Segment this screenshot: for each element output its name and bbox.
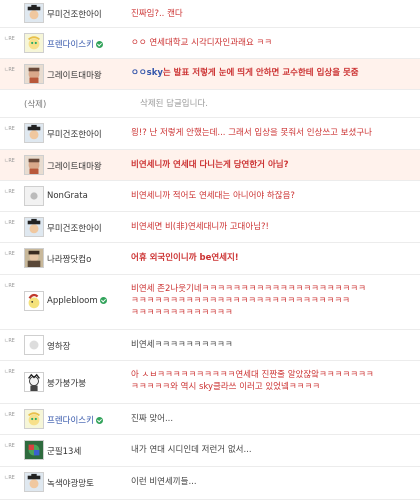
comment-row: ㄴRE 그레이트대마왕 비연세니까 연세대 다니는게 당연한거 아님? xyxy=(0,150,420,181)
comment-text: ㅇㅇ 연세대학교 시각디자인과래요 ㅋㅋ xyxy=(131,38,273,48)
level-badge-icon xyxy=(99,297,107,304)
comment-text: 진짜 맞어... xyxy=(131,414,174,424)
comment-text: 비연세 존2나웃기네ㅋㅋㅋㅋㅋㅋㅋㅋㅋㅋㅋㅋㅋㅋㅋㅋㅋㅋㅋㅋㅋ ㅋㅋㅋㅋㅋㅋㅋㅋ… xyxy=(131,284,366,318)
nickname[interactable]: 붕가붕가붕 xyxy=(47,377,86,389)
nickname[interactable]: 프렌다이스키 xyxy=(47,414,103,426)
nickname[interactable]: 무미건조한아이 xyxy=(47,222,102,234)
comment-row: ㄴRE 무미건조한아이 읭!? 난 저렇게 안했는데... 그래서 입상을 못줘… xyxy=(0,118,420,150)
nickname[interactable]: 그레이트대마왕 xyxy=(47,69,102,81)
nickname[interactable]: 나라짱닷컴o xyxy=(47,253,91,265)
nickname[interactable]: NonGrata xyxy=(47,191,88,201)
comment-text: 비연세니까 연세대 다니는게 당연한거 아님? xyxy=(131,160,289,170)
comment-row: 무미건조한아이 진짜임?.. 캔다 xyxy=(0,0,420,28)
avatar[interactable] xyxy=(24,372,44,392)
comment-text: 내가 연대 시디인데 저런거 없서... xyxy=(131,445,252,455)
nickname[interactable]: 그레이트대마왕 xyxy=(47,160,102,172)
avatar[interactable] xyxy=(24,33,44,53)
comment-row: ㄴRE 그레이트대마왕 ㅇㅇsky는 발표 저렇게 눈에 띄게 안하면 교수한테… xyxy=(0,59,420,90)
nickname[interactable]: 영하장 xyxy=(47,340,70,352)
avatar[interactable] xyxy=(24,248,44,268)
avatar[interactable] xyxy=(24,472,44,492)
comment-row: ㄴRE 녹색야광망토 이런 비연세끼들... xyxy=(0,467,420,500)
nickname[interactable]: 무미건조한아이 xyxy=(47,128,102,140)
comment-text: 이런 비연세끼들... xyxy=(131,477,197,487)
comment-text: 비연세니까 적어도 연세대는 아니어야 하잖음? xyxy=(131,191,295,201)
avatar[interactable] xyxy=(24,335,44,355)
comment-text: 어휴 외국인이니까 be연세지! xyxy=(131,253,239,263)
level-badge-icon xyxy=(95,41,103,48)
deleted-nickname: (삭제) xyxy=(24,100,47,110)
nickname[interactable]: Applebloom xyxy=(47,296,107,306)
comment-row: ㄴRE 붕가붕가붕 아 ㅅㅂㅋㅋㅋㅋㅋㅋㅋㅋㅋㅋ연세대 진짠줄 알았잖앜ㅋㅋㅋㅋ… xyxy=(0,361,420,404)
reply-marker: ㄴRE xyxy=(4,158,15,164)
comment-row: ㄴRE NonGrata 비연세니까 적어도 연세대는 아니어야 하잖음? xyxy=(0,181,420,212)
reply-marker: ㄴRE xyxy=(4,220,15,226)
reply-marker: ㄴRE xyxy=(4,36,15,42)
comment-text: 비연세면 비(非)연세대니까 고대아님?! xyxy=(131,222,269,232)
reply-marker: ㄴRE xyxy=(4,189,15,195)
reply-marker: ㄴRE xyxy=(4,443,15,449)
comment-text: 진짜임?.. 캔다 xyxy=(131,9,183,19)
avatar[interactable] xyxy=(24,217,44,237)
comment-row: ㄴRE 프렌다이스키 ㅇㅇ 연세대학교 시각디자인과래요 ㅋㅋ xyxy=(0,28,420,59)
nickname[interactable]: 녹색야광망토 xyxy=(47,477,94,489)
comment-row: (삭제) 삭제된 답글입니다. xyxy=(0,90,420,118)
comment-row: ㄴRE 군필13세 내가 연대 시디인데 저런거 없서... xyxy=(0,435,420,467)
deleted-comment-text: 삭제된 답글입니다. xyxy=(140,99,208,109)
comment-row: ㄴRE Applebloom 비연세 존2나웃기네ㅋㅋㅋㅋㅋㅋㅋㅋㅋㅋㅋㅋㅋㅋㅋ… xyxy=(0,275,420,330)
avatar[interactable] xyxy=(24,409,44,429)
avatar[interactable] xyxy=(24,291,44,311)
comment-row: ㄴRE 무미건조한아이 비연세면 비(非)연세대니까 고대아님?! xyxy=(0,212,420,243)
avatar[interactable] xyxy=(24,64,44,84)
nickname[interactable]: 군필13세 xyxy=(47,445,81,457)
nickname[interactable]: 무미건조한아이 xyxy=(47,8,102,20)
avatar[interactable] xyxy=(24,3,44,23)
comment-row: ㄴRE 영하장 비연세ㅋㅋㅋㅋㅋㅋㅋㅋㅋㅋ xyxy=(0,330,420,361)
reply-marker: ㄴRE xyxy=(4,67,15,73)
reply-marker: ㄴRE xyxy=(4,475,15,481)
comment-text: 읭!? 난 저렇게 안했는데... 그래서 입상을 못줘서 인상쓰고 보셨구나 xyxy=(131,128,372,138)
reply-marker: ㄴRE xyxy=(4,412,15,418)
avatar[interactable] xyxy=(24,123,44,143)
comment-text: ㅇㅇsky는 발표 저렇게 눈에 띄게 안하면 교수한테 입상을 못줌 xyxy=(131,68,359,78)
level-badge-icon xyxy=(95,417,103,424)
avatar[interactable] xyxy=(24,186,44,206)
comment-row: ㄴRE 프렌다이스키 진짜 맞어... xyxy=(0,404,420,435)
avatar[interactable] xyxy=(24,155,44,175)
reply-marker: ㄴRE xyxy=(4,283,15,289)
comment-row: ㄴRE 나라짱닷컴o 어휴 외국인이니까 be연세지! xyxy=(0,243,420,275)
comment-list: 무미건조한아이 진짜임?.. 캔다 ㄴRE 프렌다이스키 ㅇㅇ 연세대학교 시각… xyxy=(0,0,420,500)
reply-marker: ㄴRE xyxy=(4,369,15,375)
comment-text: 비연세ㅋㅋㅋㅋㅋㅋㅋㅋㅋㅋ xyxy=(131,340,233,350)
reply-marker: ㄴRE xyxy=(4,251,15,257)
avatar[interactable] xyxy=(24,440,44,460)
comment-text: 아 ㅅㅂㅋㅋㅋㅋㅋㅋㅋㅋㅋㅋ연세대 진짠줄 알았잖앜ㅋㅋㅋㅋㅋㅋㅋ ㅋㅋㅋㅋㅋ와… xyxy=(131,370,374,392)
reply-marker: ㄴRE xyxy=(4,338,15,344)
nickname[interactable]: 프렌다이스키 xyxy=(47,38,103,50)
reply-marker: ㄴRE xyxy=(4,126,15,132)
